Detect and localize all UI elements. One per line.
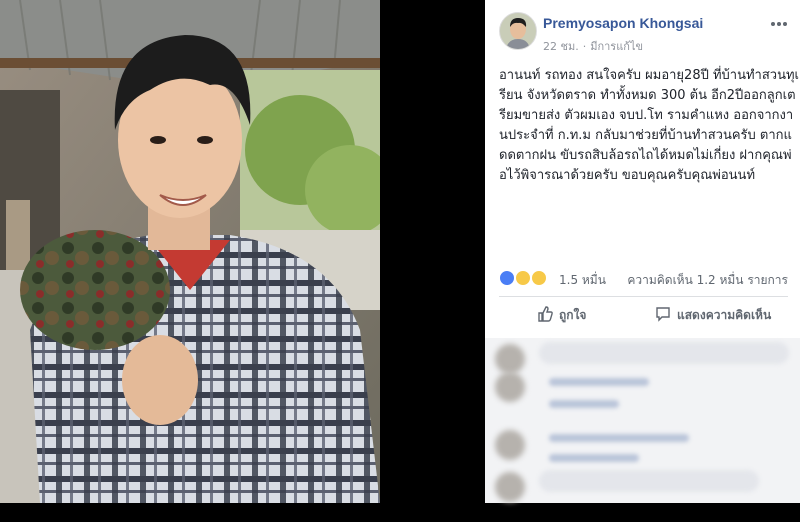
comment-label: แสดงความคิดเห็น (677, 308, 772, 322)
wow-reaction-icon (530, 270, 547, 286)
post-meta: 22 ชม. · มีการแก้ไข (543, 37, 643, 55)
comment-item (495, 366, 790, 422)
like-button[interactable]: ถูกใจ (537, 306, 586, 325)
comments-count[interactable]: ความคิดเห็น 1.2 หมื่น รายการ (627, 271, 788, 290)
haha-reaction-icon (514, 270, 531, 286)
author-name[interactable]: Premyosapon Khongsai (543, 15, 703, 31)
post-time[interactable]: 22 ชม. (543, 40, 579, 53)
comment-text-placeholder (549, 378, 649, 386)
comment-button[interactable]: แสดงความคิดเห็น (655, 306, 771, 325)
comment-text-placeholder (549, 400, 619, 408)
commenter-avatar (495, 372, 525, 402)
reactions-count[interactable]: 1.5 หมื่น (559, 271, 606, 290)
more-dots-icon[interactable] (770, 12, 788, 31)
comment-bubble (539, 342, 789, 364)
comment-text-placeholder (549, 454, 639, 462)
like-label: ถูกใจ (559, 308, 587, 322)
commenter-avatar (495, 472, 525, 502)
post-body: อานนท์ รถทอง สนใจครับ ผมอายุ28ปี ที่บ้าน… (499, 68, 799, 183)
divider (499, 296, 788, 297)
comments-section (485, 338, 800, 503)
commenter-avatar (495, 430, 525, 460)
facebook-post: Premyosapon Khongsai 22 ชม. · มีการแก้ไข อ… (485, 0, 800, 503)
comment-item (495, 466, 790, 522)
post-actions: ถูกใจ แสดงความคิดเห็น (499, 302, 788, 332)
comment-bubble (539, 470, 759, 492)
comment-bubble-icon (655, 306, 671, 325)
avatar[interactable] (499, 12, 537, 50)
profile-photo (0, 0, 380, 503)
separator-dot: · (582, 40, 587, 53)
reactions-icons[interactable] (499, 270, 547, 288)
comment-text-placeholder (549, 434, 689, 442)
post-stats: 1.5 หมื่น ความคิดเห็น 1.2 หมื่น รายการ (499, 268, 788, 290)
thumbs-up-icon (537, 306, 553, 325)
edited-label[interactable]: มีการแก้ไข (590, 40, 643, 53)
post-header: Premyosapon Khongsai 22 ชม. · มีการแก้ไข (499, 12, 790, 55)
like-reaction-icon (499, 270, 515, 286)
